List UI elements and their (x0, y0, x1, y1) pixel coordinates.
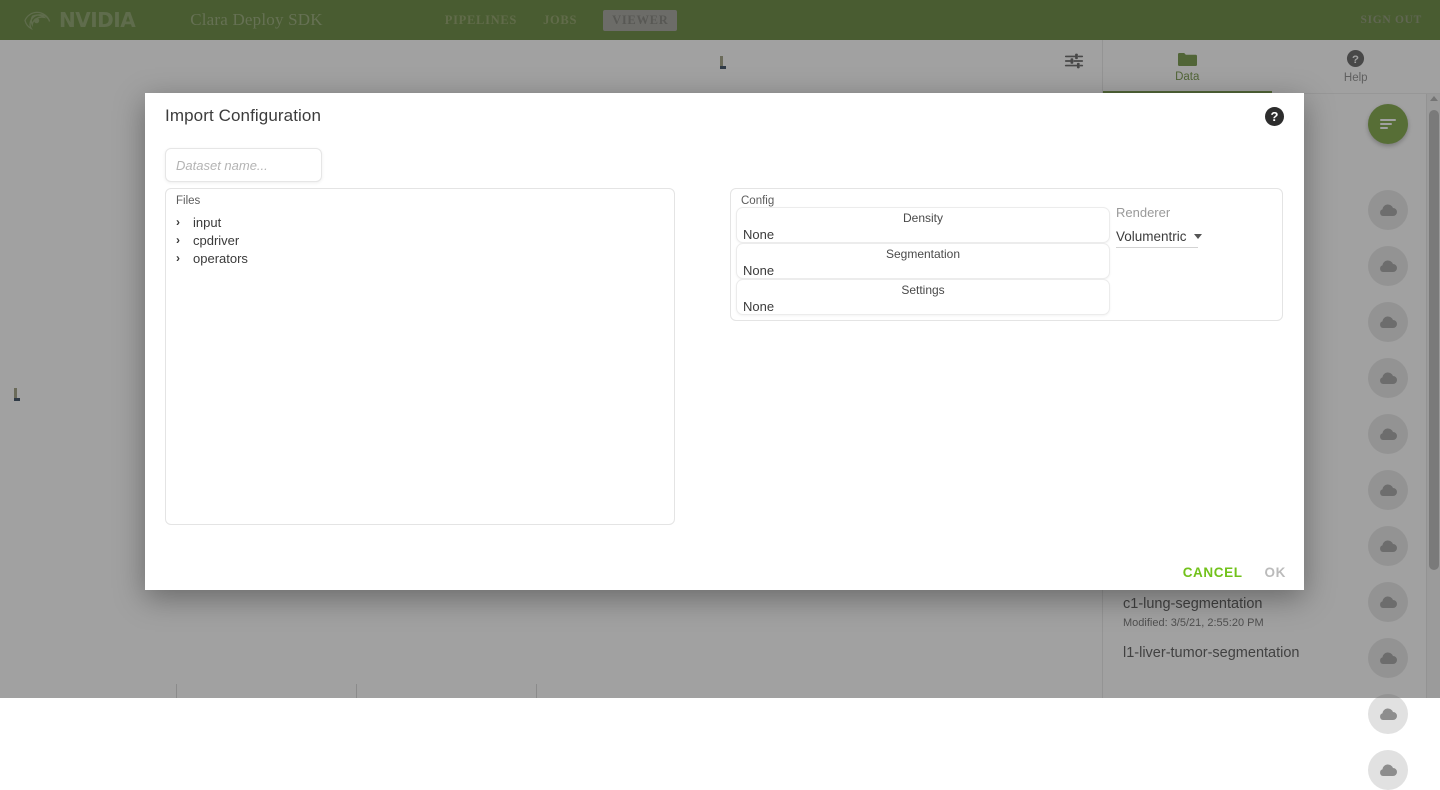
config-field-value: None (743, 263, 774, 278)
chevron-right-icon[interactable]: › (176, 234, 184, 246)
config-panel-legend: Config (741, 195, 774, 207)
file-tree: › input › cpdriver › operators (176, 213, 666, 267)
ok-button: OK (1265, 565, 1286, 580)
config-panel: Config Density None Segmentation None Se… (730, 188, 1283, 321)
cloud-upload-icon (1378, 706, 1398, 722)
cancel-button[interactable]: CANCEL (1183, 565, 1243, 580)
chevron-right-icon[interactable]: › (176, 216, 184, 228)
tree-item-cpdriver[interactable]: › cpdriver (176, 231, 666, 249)
files-panel: Files › input › cpdriver › operators (165, 188, 675, 525)
config-field-density[interactable]: Density None (736, 207, 1110, 243)
config-field-settings[interactable]: Settings None (736, 279, 1110, 315)
tree-item-label: operators (193, 251, 248, 266)
renderer-group: Renderer Volumentric (1116, 205, 1198, 248)
tree-item-input[interactable]: › input (176, 213, 666, 231)
config-field-value: None (743, 227, 774, 242)
tree-item-operators[interactable]: › operators (176, 249, 666, 267)
cloud-upload-button[interactable] (1368, 750, 1408, 790)
tree-item-label: input (193, 215, 221, 230)
config-field-label: Settings (737, 283, 1109, 297)
tree-item-label: cpdriver (193, 233, 239, 248)
import-configuration-dialog: Import Configuration ? Files › input › c… (145, 93, 1304, 590)
config-field-value: None (743, 299, 774, 314)
files-panel-legend: Files (176, 195, 200, 207)
config-field-segmentation[interactable]: Segmentation None (736, 243, 1110, 279)
cloud-upload-icon (1378, 762, 1398, 778)
dataset-name-input[interactable] (165, 148, 322, 182)
config-field-label: Segmentation (737, 247, 1109, 261)
config-field-list: Density None Segmentation None Settings … (736, 207, 1110, 315)
renderer-label: Renderer (1116, 205, 1198, 220)
chevron-right-icon[interactable]: › (176, 252, 184, 264)
chevron-down-icon[interactable] (1194, 234, 1202, 239)
dialog-actions: CANCEL OK (1183, 565, 1286, 580)
help-circle-icon[interactable]: ? (1265, 107, 1284, 126)
cloud-upload-button[interactable] (1368, 694, 1408, 734)
config-field-label: Density (737, 211, 1109, 225)
dialog-title: Import Configuration (165, 106, 321, 126)
renderer-selected-value: Volumentric (1116, 229, 1187, 244)
renderer-dropdown[interactable]: Volumentric (1116, 229, 1198, 248)
